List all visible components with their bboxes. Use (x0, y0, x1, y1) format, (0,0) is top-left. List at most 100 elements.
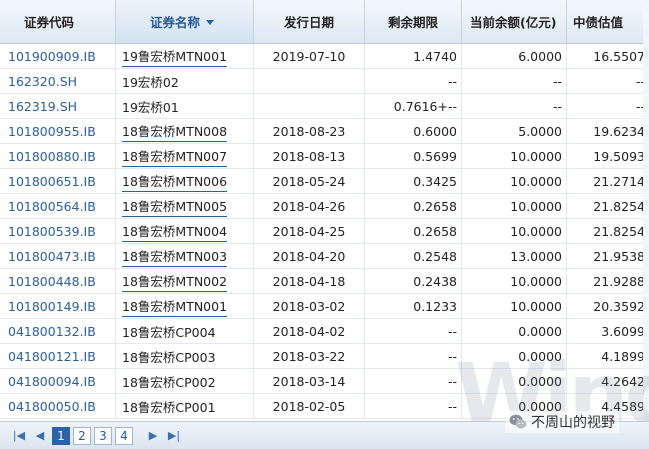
cell-code[interactable]: 101800955.IB (0, 119, 116, 144)
cell-balance-text: 13.0000 (510, 249, 562, 264)
wechat-icon (509, 414, 527, 429)
cell-valuation: 3.6099 (567, 319, 649, 344)
cell-name-text: 18鲁宏桥MTN008 (122, 121, 228, 142)
cell-code-text: 101800473.IB (8, 249, 96, 264)
cell-code[interactable]: 162319.SH (0, 94, 116, 119)
cell-name-text: 18鲁宏桥MTN002 (122, 271, 228, 292)
table-row[interactable]: 101800651.IB 18鲁宏桥MTN006 2018-05-24 0.3425 1… (0, 169, 649, 194)
cell-balance: 13.0000 (462, 244, 567, 269)
cell-name[interactable]: 18鲁宏桥CP001 (116, 394, 254, 419)
cell-name[interactable]: 18鲁宏桥MTN007 (116, 144, 254, 169)
cell-name[interactable]: 19宏桥01 (116, 94, 254, 119)
cell-name[interactable]: 19宏桥02 (116, 69, 254, 94)
cell-issue-date-text: 2018-02-05 (272, 399, 346, 414)
cell-remaining-term-text: -- (447, 74, 457, 89)
cell-issue-date-text: 2018-04-25 (272, 224, 346, 239)
table-row[interactable]: 162319.SH 19宏桥01 0.7616+-- -- -- (0, 94, 649, 119)
cell-balance: -- (462, 94, 567, 119)
cell-name[interactable]: 18鲁宏桥MTN005 (116, 194, 254, 219)
table-row[interactable]: 101800955.IB 18鲁宏桥MTN008 2018-08-23 0.6000 5… (0, 119, 649, 144)
table-row[interactable]: 101800564.IB 18鲁宏桥MTN005 2018-04-26 0.2658 1… (0, 194, 649, 219)
cell-issue-date: 2018-05-24 (254, 169, 365, 194)
cell-issue-date-text: 2018-03-22 (272, 349, 346, 364)
cell-code[interactable]: 041800094.IB (0, 369, 116, 394)
cell-name[interactable]: 18鲁宏桥CP004 (116, 319, 254, 344)
cell-code[interactable]: 101800473.IB (0, 244, 116, 269)
cell-name[interactable]: 19鲁宏桥MTN001 (116, 44, 254, 69)
table-row[interactable]: 101800880.IB 18鲁宏桥MTN007 2018-08-13 0.5699 1… (0, 144, 649, 169)
col-header-valuation[interactable]: 中债估值 (567, 0, 649, 43)
cell-balance-text: -- (552, 74, 562, 89)
cell-balance: 10.0000 (462, 169, 567, 194)
cell-code[interactable]: 101800564.IB (0, 194, 116, 219)
cell-code[interactable]: 101800880.IB (0, 144, 116, 169)
cell-balance-text: 0.0000 (518, 324, 562, 339)
cell-code[interactable]: 041800050.IB (0, 394, 116, 419)
cell-code[interactable]: 041800121.IB (0, 344, 116, 369)
table-row[interactable]: 162320.SH 19宏桥02 -- -- -- (0, 69, 649, 94)
cell-name-text: 18鲁宏桥MTN003 (122, 246, 228, 267)
col-header-code[interactable]: 证券代码 (0, 0, 116, 43)
table-row[interactable]: 101800149.IB 18鲁宏桥MTN001 2018-03-02 0.1233 1… (0, 294, 649, 319)
table-row[interactable]: 101900909.IB 19鲁宏桥MTN001 2019-07-10 1.4740 6… (0, 44, 649, 69)
table-row[interactable]: 101800539.IB 18鲁宏桥MTN004 2018-04-25 0.2658 1… (0, 219, 649, 244)
cell-issue-date: 2018-03-22 (254, 344, 365, 369)
cell-code[interactable]: 101900909.IB (0, 44, 116, 69)
cell-code[interactable]: 101800448.IB (0, 269, 116, 294)
cell-remaining-term-text: 0.7616+-- (393, 99, 457, 114)
cell-code[interactable]: 041800132.IB (0, 319, 116, 344)
cell-balance: -- (462, 69, 567, 94)
cell-code[interactable]: 101800149.IB (0, 294, 116, 319)
cell-remaining-term-text: 0.5699 (413, 149, 457, 164)
page-2-button[interactable]: 2 (73, 426, 91, 445)
cell-remaining-term: 0.2658 (365, 194, 462, 219)
cell-name[interactable]: 18鲁宏桥MTN006 (116, 169, 254, 194)
col-header-term[interactable]: 剩余期限 (365, 0, 462, 43)
cell-name[interactable]: 18鲁宏桥MTN008 (116, 119, 254, 144)
cell-issue-date: 2018-02-05 (254, 394, 365, 419)
cell-valuation-text: 21.2714 (593, 174, 645, 189)
table-header: 证券代码 证券名称 发行日期 剩余期限 当前余额(亿元) 中债估值 (0, 0, 649, 44)
cell-issue-date: 2018-04-02 (254, 319, 365, 344)
cell-name-text: 18鲁宏桥MTN006 (122, 171, 228, 192)
wechat-brand: 不周山的视野 (505, 411, 619, 433)
cell-issue-date-text: 2018-03-02 (272, 299, 346, 314)
cell-remaining-term: -- (365, 394, 462, 419)
cell-name[interactable]: 18鲁宏桥MTN001 (116, 294, 254, 319)
first-page-icon[interactable]: |◀ (10, 427, 28, 445)
cell-name[interactable]: 18鲁宏桥MTN004 (116, 219, 254, 244)
cell-issue-date-text: 2018-04-02 (272, 324, 346, 339)
cell-name[interactable]: 18鲁宏桥CP002 (116, 369, 254, 394)
cell-code-text: 101900909.IB (8, 49, 96, 64)
cell-remaining-term: 0.2658 (365, 219, 462, 244)
cell-name[interactable]: 18鲁宏桥MTN003 (116, 244, 254, 269)
cell-balance-text: 10.0000 (510, 274, 562, 289)
cell-issue-date: 2018-04-20 (254, 244, 365, 269)
last-page-icon[interactable]: ▶| (165, 427, 183, 445)
cell-issue-date: 2018-08-23 (254, 119, 365, 144)
cell-valuation-text: 16.5507 (593, 49, 645, 64)
cell-name[interactable]: 18鲁宏桥CP003 (116, 344, 254, 369)
table-row[interactable]: 101800448.IB 18鲁宏桥MTN002 2018-04-18 0.2438 1… (0, 269, 649, 294)
cell-valuation: 19.5093 (567, 144, 649, 169)
col-header-name[interactable]: 证券名称 (116, 0, 254, 43)
next-page-icon[interactable]: ▶ (144, 427, 162, 445)
page-3-button[interactable]: 3 (94, 426, 112, 445)
page-4-button[interactable]: 4 (115, 426, 133, 445)
cell-issue-date: 2018-04-25 (254, 219, 365, 244)
cell-remaining-term-text: 0.1233 (413, 299, 457, 314)
cell-code[interactable]: 162320.SH (0, 69, 116, 94)
cell-code[interactable]: 101800539.IB (0, 219, 116, 244)
col-header-date[interactable]: 发行日期 (254, 0, 365, 43)
cell-remaining-term: 0.6000 (365, 119, 462, 144)
col-header-balance[interactable]: 当前余额(亿元) (462, 0, 567, 43)
prev-page-icon[interactable]: ◀ (31, 427, 49, 445)
table-row[interactable]: 101800473.IB 18鲁宏桥MTN003 2018-04-20 0.2548 1… (0, 244, 649, 269)
cell-name[interactable]: 18鲁宏桥MTN002 (116, 269, 254, 294)
cell-name-text: 18鲁宏桥CP002 (122, 375, 216, 390)
cell-code[interactable]: 101800651.IB (0, 169, 116, 194)
table-row[interactable]: 041800132.IB 18鲁宏桥CP004 2018-04-02 -- 0.0000… (0, 319, 649, 344)
cell-name-text: 18鲁宏桥MTN005 (122, 196, 228, 217)
page-1-button[interactable]: 1 (52, 426, 70, 445)
cell-balance-text: 10.0000 (510, 224, 562, 239)
